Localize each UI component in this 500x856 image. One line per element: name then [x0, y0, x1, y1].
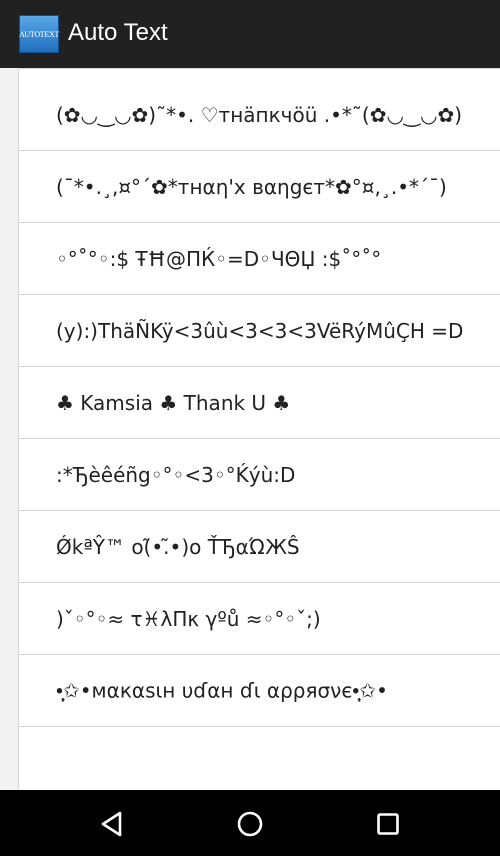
app-logo-icon: AUTOTEXT: [19, 15, 59, 53]
list-item-text: ♣ Kamsia ♣ Thank U ♣: [56, 390, 291, 415]
list-item-5[interactable]: ♣ Kamsia ♣ Thank U ♣: [19, 367, 500, 439]
list-item-text: (¯*•.¸,¤°´✿*тнαη'x вαηgєт*✿°¤,¸.•*´¯): [56, 174, 447, 199]
app-title: Auto Text: [68, 19, 168, 46]
list-item-text: ◦°˚°◦:$ ŦĦ@ΠЌ◦=D◦ЧΘЏ :$˚°˚°: [56, 246, 382, 271]
list-item-text: ǾkªŶ™ o(̃•.̃•)o ŤЂαΏЖŜ: [56, 534, 300, 559]
list-item-9[interactable]: •̩̩͙✩•мαкαѕιн υɗαн ɗι αρρяσνє•̩̩͙✩•: [19, 655, 500, 727]
back-button[interactable]: [92, 804, 132, 844]
list-item-1[interactable]: (✿◡‿◡✿)˜*•. ♡тнäпкчöü .•*˜(✿◡‿◡✿): [19, 68, 500, 151]
home-icon: [237, 811, 263, 837]
list-item-7[interactable]: ǾkªŶ™ o(̃•.̃•)o ŤЂαΏЖŜ: [19, 511, 500, 583]
home-button[interactable]: [230, 804, 270, 844]
recents-icon: [377, 813, 399, 835]
list-item-2[interactable]: (¯*•.¸,¤°´✿*тнαη'x вαηgєт*✿°¤,¸.•*´¯): [19, 151, 500, 223]
list-item-text: (✿◡‿◡✿)˜*•. ♡тнäпкчöü .•*˜(✿◡‿◡✿): [56, 103, 463, 127]
app-bar: AUTOTEXT Auto Text: [0, 0, 500, 68]
app-logo-label: AUTOTEXT: [18, 29, 60, 39]
list-item-text: •̩̩͙✩•мαкαѕιн υɗαн ɗι αρρяσνє•̩̩͙✩•: [56, 678, 388, 702]
list-item-3[interactable]: ◦°˚°◦:$ ŦĦ@ΠЌ◦=D◦ЧΘЏ :$˚°˚°: [19, 223, 500, 295]
back-icon: [101, 811, 122, 837]
system-navigation-bar: [0, 790, 500, 856]
recents-button[interactable]: [368, 804, 408, 844]
auto-text-list[interactable]: (✿◡‿◡✿)˜*•. ♡тнäпкчöü .•*˜(✿◡‿◡✿) (¯*•.¸…: [18, 68, 500, 790]
list-item-8[interactable]: )ˇ◦°◦≈ τ♓λΠκ γºů ≈◦°◦ˇ;): [19, 583, 500, 655]
list-item-4[interactable]: (y):)ThäÑKÿ<3ûù<3<3<3VëRýMûÇH =D: [19, 295, 500, 367]
list-item-text: (y):)ThäÑKÿ<3ûù<3<3<3VëRýMûÇH =D: [56, 318, 464, 343]
list-item-text: )ˇ◦°◦≈ τ♓λΠκ γºů ≈◦°◦ˇ;): [56, 606, 321, 631]
list-item-text: :*Ђèêéñg◦°◦<3◦°Ḱýù:D: [56, 462, 296, 487]
list-item-6[interactable]: :*Ђèêéñg◦°◦<3◦°Ḱýù:D: [19, 439, 500, 511]
